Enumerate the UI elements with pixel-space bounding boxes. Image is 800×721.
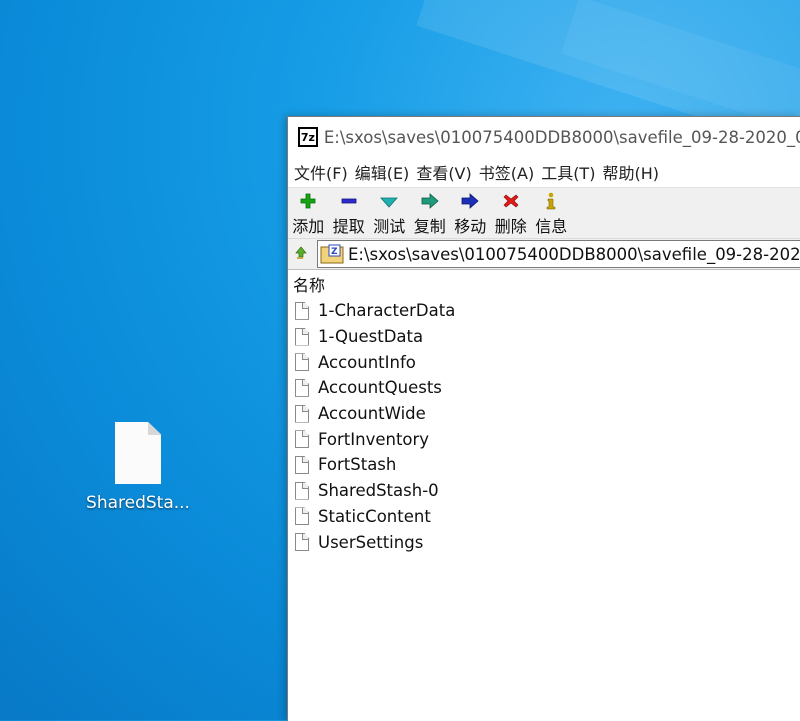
window-title: E:\sxos\saves\010075400DDB8000\savefile_… <box>323 127 800 147</box>
desktop-icon-label: SharedSta... <box>86 493 190 513</box>
test-button[interactable]: 测试 <box>369 188 410 237</box>
move-arrow-icon <box>460 192 480 210</box>
file-icon <box>115 422 161 484</box>
7zip-app-icon[interactable]: 7z <box>298 127 318 147</box>
up-arrow-icon <box>295 246 307 259</box>
menu-view[interactable]: 查看(V) <box>413 160 475 184</box>
archive-folder-icon: Z <box>320 244 344 264</box>
copy-label: 复制 <box>413 217 446 236</box>
check-icon <box>379 192 399 210</box>
list-item[interactable]: StaticContent <box>288 504 800 530</box>
file-name: AccountQuests <box>318 378 442 398</box>
info-label: 信息 <box>535 217 568 236</box>
file-icon <box>295 353 309 372</box>
file-icon <box>295 533 309 552</box>
file-name: UserSettings <box>318 532 424 552</box>
menu-bookmarks[interactable]: 书签(A) <box>476 160 538 184</box>
minus-icon <box>339 192 359 210</box>
file-icon <box>295 327 309 346</box>
delete-label: 删除 <box>494 217 527 236</box>
copy-arrow-icon <box>420 192 440 210</box>
path-field[interactable]: Z E:\sxos\saves\010075400DDB8000\savefil… <box>317 240 800 268</box>
add-button[interactable]: 添加 <box>288 188 329 237</box>
list-item[interactable]: UserSettings <box>288 529 800 555</box>
file-name: SharedStash-0 <box>318 481 439 501</box>
info-button[interactable]: 信息 <box>531 188 572 237</box>
file-icon <box>295 301 309 320</box>
list-item[interactable]: SharedStash-0 <box>288 478 800 504</box>
test-label: 测试 <box>373 217 406 236</box>
file-icon <box>295 455 309 474</box>
extract-button[interactable]: 提取 <box>329 188 370 237</box>
file-icon <box>295 378 309 397</box>
delete-button[interactable]: 删除 <box>491 188 532 237</box>
file-name: StaticContent <box>318 506 431 526</box>
file-icon <box>295 507 309 526</box>
delete-x-icon <box>501 192 521 210</box>
list-item[interactable]: 1-QuestData <box>288 324 800 350</box>
menu-bar: 文件(F) 编辑(E) 查看(V) 书签(A) 工具(T) 帮助(H) <box>288 157 800 187</box>
file-name: 1-CharacterData <box>318 301 456 321</box>
file-name: 1-QuestData <box>318 327 424 347</box>
file-manager-window: 7z E:\sxos\saves\010075400DDB8000\savefi… <box>287 116 800 721</box>
file-icon <box>295 430 309 449</box>
extract-label: 提取 <box>332 217 365 236</box>
file-icon <box>295 481 309 500</box>
toolbar: 添加 提取 测试 复制 移动 删除 信息 <box>288 187 800 238</box>
move-button[interactable]: 移动 <box>450 188 491 237</box>
list-item[interactable]: AccountWide <box>288 401 800 427</box>
list-item[interactable]: FortInventory <box>288 426 800 452</box>
info-icon <box>541 192 561 210</box>
plus-icon <box>298 192 318 210</box>
list-item[interactable]: AccountInfo <box>288 349 800 375</box>
move-label: 移动 <box>454 217 487 236</box>
list-item[interactable]: AccountQuests <box>288 375 800 401</box>
menu-file[interactable]: 文件(F) <box>291 160 352 184</box>
up-folder-button[interactable] <box>291 244 311 264</box>
menu-help[interactable]: 帮助(H) <box>599 160 663 184</box>
svg-text:Z: Z <box>331 247 338 257</box>
file-name: FortStash <box>318 455 397 475</box>
address-bar: Z E:\sxos\saves\010075400DDB8000\savefil… <box>288 238 800 270</box>
path-text: E:\sxos\saves\010075400DDB8000\savefile_… <box>348 244 800 264</box>
file-name: AccountWide <box>318 404 426 424</box>
add-label: 添加 <box>292 217 325 236</box>
menu-tools[interactable]: 工具(T) <box>538 160 599 184</box>
file-name: FortInventory <box>318 429 430 449</box>
list-item[interactable]: 1-CharacterData <box>288 298 800 324</box>
copy-button[interactable]: 复制 <box>410 188 451 237</box>
column-header-name[interactable]: 名称 <box>288 270 800 298</box>
file-name: AccountInfo <box>318 352 416 372</box>
file-icon <box>295 404 309 423</box>
file-list: 名称 1-CharacterData 1-QuestData AccountIn… <box>288 270 800 555</box>
desktop-file-shortcut[interactable]: SharedSta... <box>78 418 198 513</box>
list-item[interactable]: FortStash <box>288 452 800 478</box>
menu-edit[interactable]: 编辑(E) <box>352 160 414 184</box>
title-bar[interactable]: 7z E:\sxos\saves\010075400DDB8000\savefi… <box>288 117 800 157</box>
